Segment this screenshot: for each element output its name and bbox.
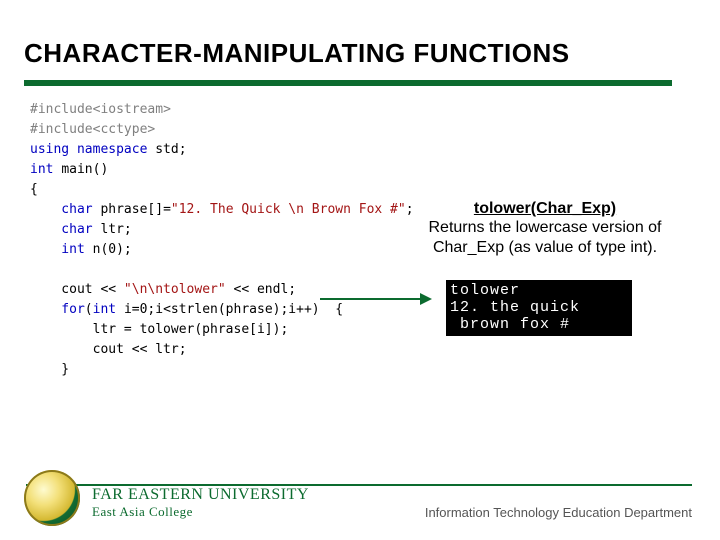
console-line-2: 12. the quick <box>450 299 580 316</box>
slide-title: CHARACTER-MANIPULATING FUNCTIONS <box>24 38 570 69</box>
code-line-2-keyword: #include <box>30 122 93 137</box>
code-line-10c: << endl; <box>226 282 296 297</box>
console-output: tolower 12. the quick brown fox # <box>446 280 632 336</box>
institution-name: FAR EASTERN UNIVERSITY <box>92 486 309 504</box>
title-underline <box>24 80 672 86</box>
code-line-13: cout << ltr; <box>30 342 187 357</box>
callout-box: tolower(Char_Exp) Returns the lowercase … <box>400 200 690 258</box>
code-line-3-keyword: using namespace <box>30 142 155 157</box>
code-line-8-keyword: int <box>30 242 93 257</box>
code-line-12: ltr = tolower(phrase[i]); <box>30 322 288 337</box>
code-line-3-rest: std; <box>155 142 186 157</box>
institution-subname: East Asia College <box>92 504 309 520</box>
code-block: #include<iostream> #include<cctype> usin… <box>30 100 414 380</box>
arrow-line <box>320 298 430 300</box>
code-line-5: { <box>30 182 38 197</box>
code-line-4-rest: main() <box>61 162 108 177</box>
code-line-8-rest: n(0); <box>93 242 132 257</box>
code-line-7-rest: ltr; <box>100 222 131 237</box>
code-line-1-header: <iostream> <box>93 102 171 117</box>
code-line-4-keyword: int <box>30 162 61 177</box>
code-line-11d: i=0;i<strlen(phrase);i++) { <box>124 302 343 317</box>
code-line-11b: ( <box>85 302 93 317</box>
code-line-14: } <box>30 362 69 377</box>
code-line-11-int: int <box>93 302 124 317</box>
code-line-6-keyword: char <box>30 202 100 217</box>
code-line-6-string: "12. The Quick \n Brown Fox #" <box>171 202 406 217</box>
code-line-10a: cout << <box>30 282 124 297</box>
institution-block: FAR EASTERN UNIVERSITY East Asia College <box>92 486 309 520</box>
code-line-6-var: phrase[]= <box>100 202 170 217</box>
callout-body: Returns the lowercase version of Char_Ex… <box>400 218 690 258</box>
code-line-7-keyword: char <box>30 222 100 237</box>
code-line-1-keyword: #include <box>30 102 93 117</box>
console-line-1: tolower <box>450 282 520 299</box>
arrow-head-icon <box>420 293 432 305</box>
callout-title: tolower(Char_Exp) <box>400 200 690 218</box>
code-line-10-string: "\n\ntolower" <box>124 282 226 297</box>
department-name: Information Technology Education Departm… <box>425 505 692 520</box>
code-line-11-for: for <box>30 302 85 317</box>
console-line-3: brown fox # <box>450 316 570 333</box>
footer: FAR EASTERN UNIVERSITY East Asia College… <box>0 470 720 540</box>
university-seal-icon <box>24 470 80 526</box>
code-line-2-header: <cctype> <box>93 122 156 137</box>
